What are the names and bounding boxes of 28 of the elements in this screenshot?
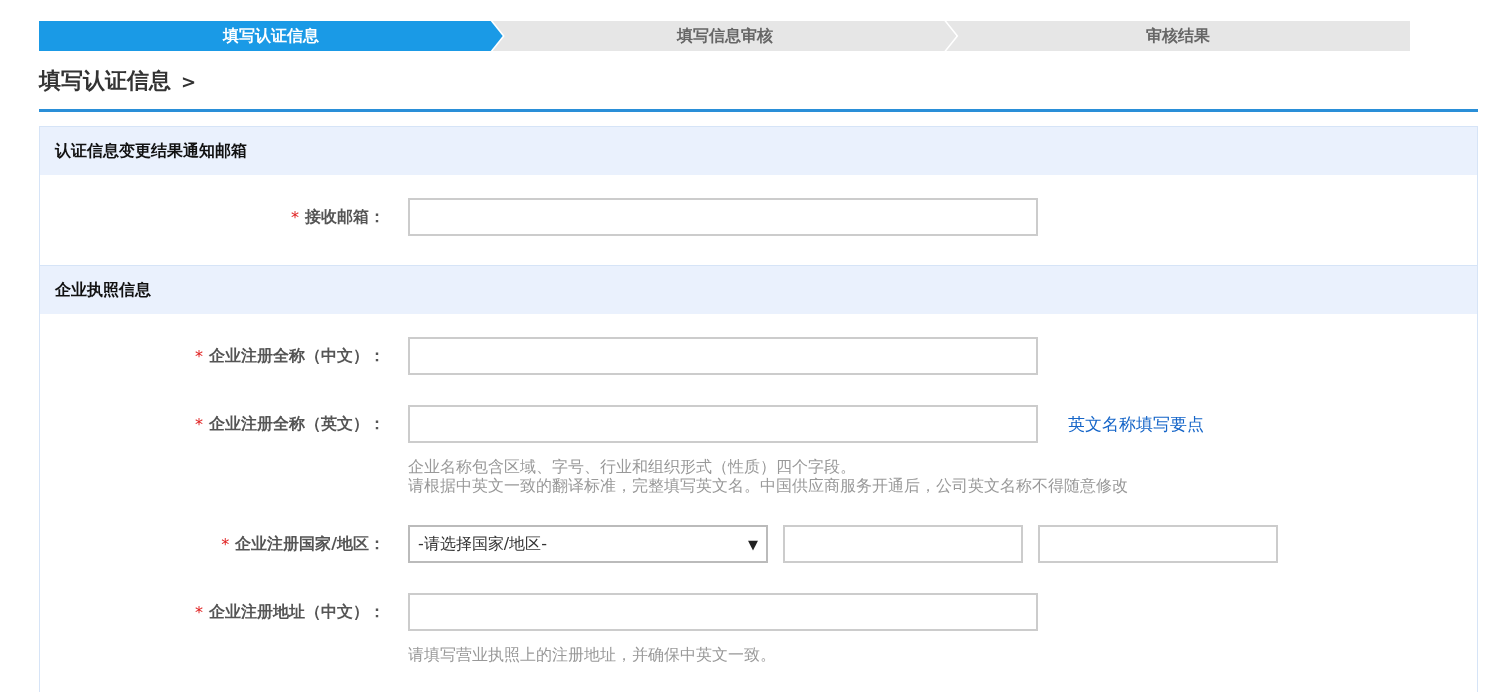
required-mark: * <box>221 534 230 554</box>
chevron-text: > <box>181 70 197 92</box>
progress-step: 审核结果 <box>946 21 1410 51</box>
progress-step: 填写信息审核 <box>492 21 957 51</box>
hint-text: 企业名称包含区域、字号、行业和组织形式（性质）四个字段。 <box>408 457 857 476</box>
help-link[interactable]: 英文名称填写要点 <box>1068 412 1204 436</box>
page-title: 填写认证信息 <box>39 67 171 95</box>
field-label: 企业注册国家/地区： <box>235 533 385 555</box>
section-title: 认证信息变更结果通知邮箱 <box>55 140 247 162</box>
text-field[interactable] <box>408 405 1038 443</box>
hint-text: 请填写营业执照上的注册地址，并确保中英文一致。 <box>408 645 777 664</box>
text-field[interactable] <box>1038 525 1278 563</box>
hint-text: 请根据中英文一致的翻译标准，完整填写英文名。中国供应商服务开通后，公司英文名称不得随意修改 <box>408 476 1129 495</box>
progress-step: 填写认证信息 <box>39 21 503 51</box>
required-mark: * <box>291 207 299 227</box>
field-label: 企业注册全称（中文）： <box>209 345 385 367</box>
text-field[interactable] <box>408 198 1038 236</box>
required-mark: * <box>195 414 203 434</box>
field-label: 企业注册地址（中文）： <box>209 601 385 623</box>
section-title: 企业执照信息 <box>55 279 151 301</box>
required-mark: * <box>195 602 203 622</box>
text-field[interactable] <box>783 525 1023 563</box>
country-dropdown[interactable]: -请选择国家/地区- ▼ <box>408 525 768 563</box>
text-field[interactable] <box>408 593 1038 631</box>
field-label: 接收邮箱： <box>305 206 385 228</box>
text-field[interactable] <box>408 337 1038 375</box>
field-label: 企业注册全称（英文）： <box>209 413 385 435</box>
required-mark: * <box>195 346 203 366</box>
